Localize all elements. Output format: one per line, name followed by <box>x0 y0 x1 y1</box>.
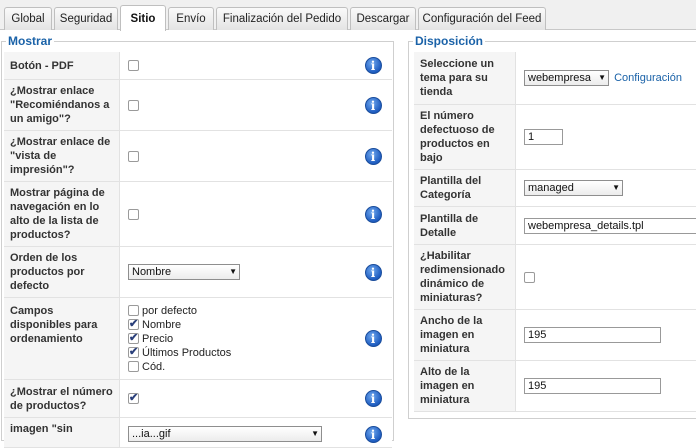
orden-select[interactable]: Nombre ▼ <box>128 264 240 280</box>
campo-precio-checkbox[interactable] <box>128 331 139 344</box>
row-redimensionado: ¿Habilitar redimensionado dinámico de mi… <box>414 245 696 310</box>
tab-seguridad[interactable]: Seguridad <box>54 7 118 30</box>
row-tema: Seleccione un tema para su tienda webemp… <box>414 52 696 105</box>
campo-option-label: Precio <box>142 332 174 345</box>
info-icon[interactable]: i <box>364 96 382 114</box>
campo-option-label: Últimos Productos <box>142 346 232 359</box>
tab-finalizacion-pedido[interactable]: Finalización del Pedido <box>216 7 348 30</box>
row-plantilla-categoria: Plantilla del Categoría managed ▼ <box>414 170 696 207</box>
tab-sitio[interactable]: Sitio <box>120 5 166 31</box>
row-ancho: Ancho de la imagen en miniatura 195 <box>414 310 696 361</box>
chevron-down-icon: ▼ <box>612 183 620 192</box>
plantilla-categoria-label: Plantilla del Categoría <box>414 170 516 207</box>
campo-option-label: Nombre <box>142 318 182 331</box>
row-boton-pdf: Botón - PDF i <box>4 52 392 80</box>
row-numero-productos: El número defectuoso de productos en baj… <box>414 105 696 170</box>
row-orden: Orden de los productos por defecto Nombr… <box>4 247 392 298</box>
row-recomendar: ¿Mostrar enlace "Recomiéndanos a un amig… <box>4 80 392 131</box>
campo-option: Cód. <box>128 360 354 374</box>
numero-productos-label: El número defectuoso de productos en baj… <box>414 105 516 170</box>
campos-label: Campos disponibles para ordenamiento <box>4 298 120 380</box>
tab-descargar[interactable]: Descargar <box>350 7 416 30</box>
orden-label: Orden de los productos por defecto <box>4 247 120 298</box>
info-icon[interactable]: i <box>364 147 382 165</box>
numero-label: ¿Mostrar el número de productos? <box>4 380 120 418</box>
campo-option: por defecto <box>128 304 354 318</box>
campo-ultimos-checkbox[interactable] <box>128 345 139 358</box>
ancho-label: Ancho de la imagen en miniatura <box>414 310 516 361</box>
tab-envio[interactable]: Envío <box>168 7 214 30</box>
row-imagen: imagen "sin ...ia...gif ▼ i <box>4 418 392 448</box>
plantilla-detalle-label: Plantilla de Detalle <box>414 207 516 245</box>
redimensionado-checkbox[interactable] <box>524 271 535 283</box>
imagen-select-value: ...ia...gif <box>132 428 171 440</box>
tema-select[interactable]: webempresa ▼ <box>524 70 609 86</box>
imagen-select[interactable]: ...ia...gif ▼ <box>128 426 322 442</box>
disposicion-legend: Disposición <box>413 34 486 48</box>
campo-option: Precio <box>128 331 354 346</box>
info-icon[interactable]: i <box>364 263 382 281</box>
tema-label: Seleccione un tema para su tienda <box>414 52 516 105</box>
chevron-down-icon: ▼ <box>311 429 319 438</box>
ancho-input[interactable]: 195 <box>524 327 661 343</box>
alto-input[interactable]: 195 <box>524 378 661 394</box>
campo-option: Nombre <box>128 317 354 332</box>
row-plantilla-detalle: Plantilla de Detalle webempresa_details.… <box>414 207 696 245</box>
tab-configuracion-feed[interactable]: Configuración del Feed <box>418 7 546 30</box>
recomendar-checkbox[interactable] <box>128 99 139 111</box>
navegacion-checkbox[interactable] <box>128 208 139 220</box>
campo-cod-checkbox[interactable] <box>128 361 139 372</box>
boton-pdf-checkbox[interactable] <box>128 60 139 72</box>
campo-option-label: Cód. <box>142 360 166 373</box>
plantilla-categoria-select-value: managed <box>528 182 574 194</box>
disposicion-table: Seleccione un tema para su tienda webemp… <box>414 52 696 412</box>
campo-por-defecto-checkbox[interactable] <box>128 305 139 316</box>
campo-option-label: por defecto <box>142 304 198 317</box>
tema-select-value: webempresa <box>528 72 591 84</box>
numero-checkbox[interactable] <box>128 391 139 405</box>
configuracion-link[interactable]: Configuración <box>614 72 682 84</box>
campo-nombre-checkbox[interactable] <box>128 317 139 330</box>
chevron-down-icon: ▼ <box>598 73 606 82</box>
chevron-down-icon: ▼ <box>229 267 237 276</box>
tab-global[interactable]: Global <box>4 7 52 30</box>
impresion-label: ¿Mostrar enlace de "vista de impresión"? <box>4 131 120 182</box>
info-icon[interactable]: i <box>364 57 382 74</box>
row-alto: Alto de la imagen en miniatura 195 <box>414 361 696 412</box>
plantilla-detalle-input[interactable]: webempresa_details.tpl <box>524 217 696 234</box>
info-icon[interactable]: i <box>364 205 382 223</box>
recomendar-label: ¿Mostrar enlace "Recomiéndanos a un amig… <box>4 80 120 131</box>
orden-select-value: Nombre <box>132 266 172 278</box>
info-icon[interactable]: i <box>364 426 382 443</box>
impresion-checkbox[interactable] <box>128 150 139 162</box>
row-campos: Campos disponibles para ordenamiento por… <box>4 298 392 380</box>
numero-productos-input[interactable]: 1 <box>524 129 563 145</box>
row-navegacion: Mostrar página de navegación en lo alto … <box>4 182 392 247</box>
plantilla-categoria-select[interactable]: managed ▼ <box>524 180 623 196</box>
navegacion-label: Mostrar página de navegación en lo alto … <box>4 182 120 247</box>
redimensionado-label: ¿Habilitar redimensionado dinámico de mi… <box>414 245 516 310</box>
tab-bar: Global Seguridad Sitio Envío Finalizació… <box>0 0 696 31</box>
mostrar-table: Botón - PDF i ¿Mostrar enlace "Recomiénd… <box>4 52 392 448</box>
row-numero: ¿Mostrar el número de productos? i <box>4 380 392 418</box>
imagen-label: imagen "sin <box>4 418 120 448</box>
alto-label: Alto de la imagen en miniatura <box>414 361 516 412</box>
info-icon[interactable]: i <box>364 390 382 407</box>
mostrar-legend: Mostrar <box>6 34 55 48</box>
boton-pdf-label: Botón - PDF <box>4 52 120 80</box>
row-impresion: ¿Mostrar enlace de "vista de impresión"?… <box>4 131 392 182</box>
info-icon[interactable]: i <box>364 330 382 347</box>
campo-option: Últimos Productos <box>128 345 354 360</box>
